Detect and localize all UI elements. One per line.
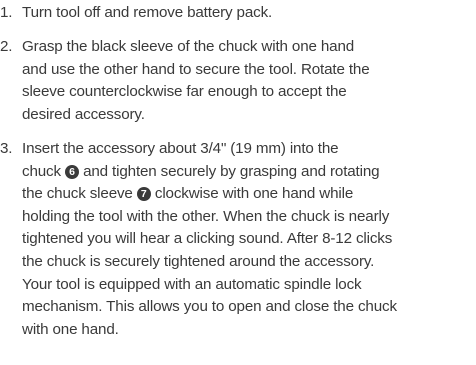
step-text: Grasp the black sleeve of the chuck with…	[22, 36, 470, 126]
text-line: Insert the accessory about 3/4" (19 mm) …	[22, 140, 339, 157]
callout-number-chuck-sleeve: 7	[136, 187, 151, 202]
text-segment: clockwise with one hand while	[154, 185, 354, 203]
text-line: Grasp the black sleeve of the chuck with…	[22, 38, 355, 55]
text-line: the chuck is securely tightened around t…	[22, 252, 375, 270]
step-number: 1.	[0, 4, 13, 21]
text-line-with-callout: the chuck sleeve 7 clockwise with one ha…	[22, 183, 470, 206]
text-segment: and tighten securely by grasping and rot…	[83, 162, 380, 180]
callout-number-chuck: 6	[65, 164, 80, 179]
text-line: sleeve counterclockwise far enough to ac…	[22, 83, 347, 101]
text-line: with one hand.	[22, 320, 119, 338]
step-number: 3.	[0, 140, 13, 157]
text-line: mechanism. This allows you to open and c…	[22, 298, 397, 316]
step-number: 2.	[0, 38, 13, 55]
step-text: Turn tool off and remove battery pack.	[22, 2, 470, 25]
step-text: Insert the accessory about 3/4" (19 mm) …	[22, 138, 470, 341]
text-line-with-callout: chuck 6 and tighten securely by grasping…	[22, 161, 470, 184]
text-segment: chuck	[22, 162, 61, 180]
instruction-document: 1. Turn tool off and remove battery pack…	[0, 0, 476, 365]
text-line: and use the other hand to secure the too…	[22, 60, 370, 78]
text-line: Your tool is equipped with an automatic …	[22, 275, 362, 293]
text-line: desired accessory.	[22, 105, 145, 123]
text-line: tightened you will hear a clicking sound…	[22, 230, 393, 248]
text-line: Turn tool off and remove battery pack.	[22, 4, 273, 21]
text-segment: the chuck sleeve	[22, 185, 133, 203]
text-line: holding the tool with the other. When th…	[22, 207, 390, 225]
